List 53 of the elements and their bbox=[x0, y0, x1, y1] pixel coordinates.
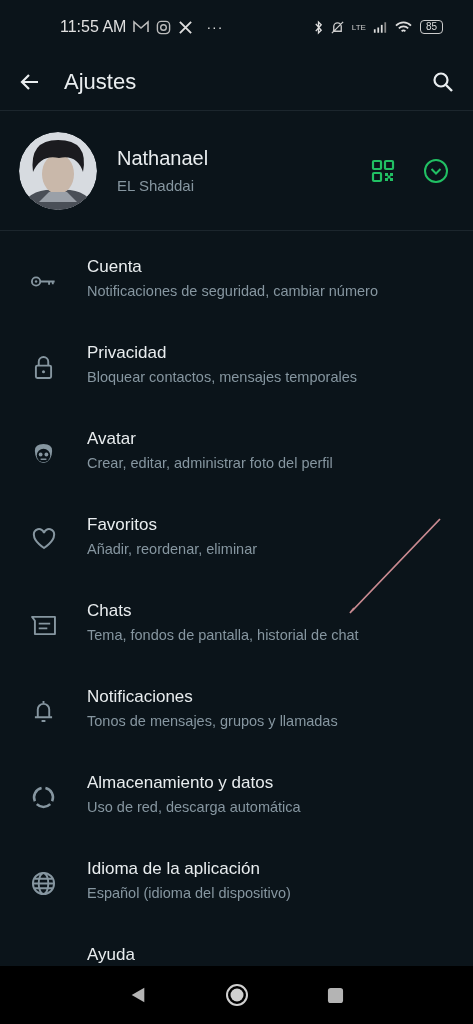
globe-icon bbox=[31, 870, 56, 896]
item-description: Español (idioma del dispositivo) bbox=[87, 885, 291, 901]
settings-item[interactable]: Privacidad Bloquear contactos, mensajes temporales bbox=[0, 329, 473, 415]
settings-item[interactable]: Almacenamiento y datos Uso de red, descarga automática bbox=[0, 759, 473, 845]
muted-bell-icon bbox=[329, 19, 345, 35]
avatar-face-icon bbox=[32, 441, 55, 465]
mail-icon bbox=[133, 20, 150, 34]
bluetooth-icon bbox=[313, 19, 323, 35]
status-time: 11:55 AM bbox=[60, 18, 127, 36]
item-title: Ayuda bbox=[87, 945, 135, 965]
search-icon[interactable] bbox=[431, 70, 455, 94]
settings-item[interactable]: Notificaciones Tonos de mensajes, grupos y llamadas bbox=[0, 673, 473, 759]
dropdown-icon[interactable] bbox=[423, 157, 449, 184]
settings-item[interactable]: Idioma de la aplicación Español (idioma del dispositivo) bbox=[0, 845, 473, 931]
x-icon bbox=[178, 19, 194, 35]
item-title: Privacidad bbox=[87, 343, 168, 363]
wifi-icon bbox=[393, 19, 413, 35]
profile-status: EL Shaddai bbox=[117, 177, 195, 194]
heart-icon bbox=[31, 528, 56, 550]
camera-icon bbox=[156, 19, 172, 35]
circular-progress-icon bbox=[31, 784, 56, 810]
recents-icon[interactable] bbox=[327, 986, 344, 1004]
item-title: Notificaciones bbox=[87, 687, 194, 707]
item-description: Bloquear contactos, mensajes temporales bbox=[87, 369, 357, 385]
home-icon[interactable] bbox=[225, 983, 249, 1007]
item-title: Cuenta bbox=[87, 257, 143, 277]
item-description: Crear, editar, administrar foto del perfil bbox=[87, 455, 333, 471]
item-description: Tonos de mensajes, grupos y llamadas bbox=[87, 713, 338, 729]
item-title: Almacenamiento y datos bbox=[87, 773, 275, 793]
lock-icon bbox=[34, 354, 53, 380]
battery-level: 85 bbox=[419, 20, 443, 34]
item-description: Añadir, reordenar, eliminar bbox=[87, 541, 258, 557]
item-description: Notificaciones de seguridad, cambiar número bbox=[87, 283, 378, 299]
item-description: Tema, fondos de pantalla, historial de chat bbox=[87, 627, 359, 643]
settings-item[interactable]: Chats Tema, fondos de pantalla, historial de chat bbox=[0, 587, 473, 673]
more-notifications: ··· bbox=[206, 19, 224, 35]
item-description: Uso de red, descarga automática bbox=[87, 799, 301, 815]
settings-item[interactable]: Cuenta Notificaciones de seguridad, cambiar número bbox=[0, 243, 473, 329]
item-title: Idioma de la aplicación bbox=[87, 859, 261, 879]
item-title: Avatar bbox=[87, 429, 137, 449]
chat-icon bbox=[31, 614, 56, 636]
settings-item[interactable]: Favoritos Añadir, reordenar, eliminar bbox=[0, 501, 473, 587]
item-title: Chats bbox=[87, 601, 133, 621]
screen-title: Ajustes bbox=[64, 69, 137, 95]
signal-icon bbox=[372, 20, 387, 34]
network-label: LTE bbox=[351, 22, 366, 32]
key-icon bbox=[30, 274, 57, 288]
settings-item[interactable]: Avatar Crear, editar, administrar foto del perfil bbox=[0, 415, 473, 501]
profile-name: Nathanael bbox=[117, 147, 210, 170]
item-title: Favoritos bbox=[87, 515, 158, 535]
qr-code-icon[interactable] bbox=[371, 158, 395, 183]
settings-item[interactable]: Ayuda bbox=[0, 931, 473, 966]
bell-icon bbox=[33, 698, 54, 724]
